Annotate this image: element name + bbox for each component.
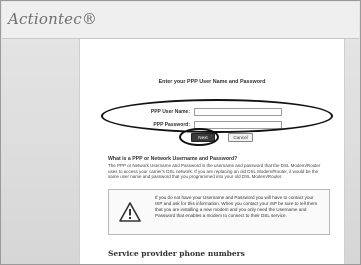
header-bar: Actiontec® bbox=[2, 2, 359, 39]
page-heading: Enter your PPP User Name and Password bbox=[158, 79, 266, 85]
provider-heading: Service provider phone numbers bbox=[108, 249, 245, 258]
user-name-input[interactable] bbox=[194, 108, 282, 116]
password-label: PPP Password: bbox=[153, 122, 190, 128]
setup-panel: Enter your PPP User Name and Password PP… bbox=[79, 39, 345, 264]
cancel-button[interactable]: Cancel bbox=[228, 133, 253, 142]
browser-frame: Actiontec® Enter your PPP User Name and … bbox=[0, 0, 361, 265]
password-input[interactable] bbox=[194, 121, 282, 129]
user-name-label: PPP User Name: bbox=[150, 109, 190, 115]
next-button[interactable]: Next bbox=[191, 133, 215, 142]
info-body: The PPP or Network Username and Password… bbox=[108, 163, 321, 180]
warning-text: If you do not have your Username and Pas… bbox=[155, 195, 318, 218]
warning-triangle-icon bbox=[119, 202, 141, 222]
actiontec-logo: Actiontec® bbox=[8, 10, 98, 28]
warning-box: If you do not have your Username and Pas… bbox=[108, 189, 330, 235]
info-title: What is a PPP or Network Username and Pa… bbox=[108, 156, 238, 162]
